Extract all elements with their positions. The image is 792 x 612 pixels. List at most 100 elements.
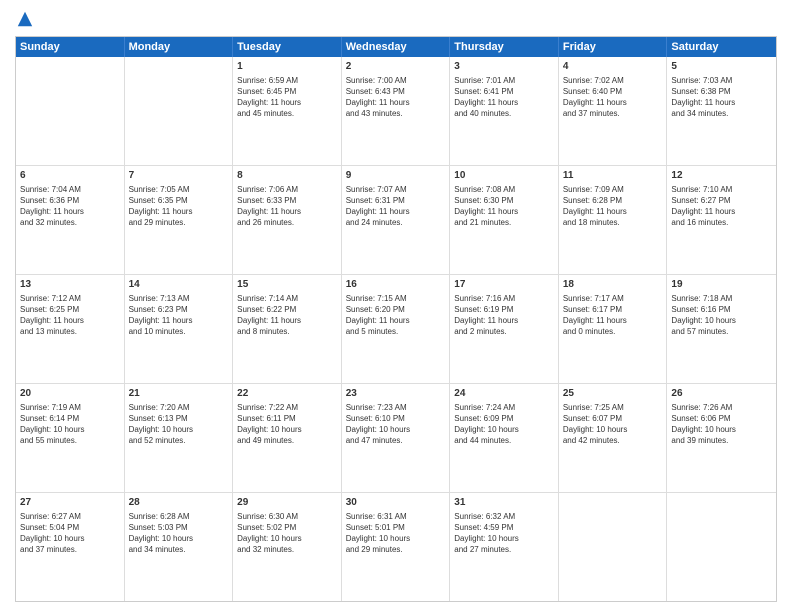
calendar-row: 6Sunrise: 7:04 AM Sunset: 6:36 PM Daylig… — [16, 166, 776, 275]
header-thursday: Thursday — [450, 37, 559, 57]
day-number: 7 — [129, 169, 229, 183]
calendar-row: 1Sunrise: 6:59 AM Sunset: 6:45 PM Daylig… — [16, 57, 776, 166]
day-number: 20 — [20, 387, 120, 401]
day-info: Sunrise: 7:00 AM Sunset: 6:43 PM Dayligh… — [346, 75, 446, 120]
day-info: Sunrise: 7:02 AM Sunset: 6:40 PM Dayligh… — [563, 75, 663, 120]
day-number: 13 — [20, 278, 120, 292]
day-info: Sunrise: 7:03 AM Sunset: 6:38 PM Dayligh… — [671, 75, 772, 120]
header-friday: Friday — [559, 37, 668, 57]
calendar-row: 20Sunrise: 7:19 AM Sunset: 6:14 PM Dayli… — [16, 384, 776, 493]
day-number: 9 — [346, 169, 446, 183]
calendar-cell: 15Sunrise: 7:14 AM Sunset: 6:22 PM Dayli… — [233, 275, 342, 383]
calendar-cell: 18Sunrise: 7:17 AM Sunset: 6:17 PM Dayli… — [559, 275, 668, 383]
day-number: 26 — [671, 387, 772, 401]
calendar-cell: 30Sunrise: 6:31 AM Sunset: 5:01 PM Dayli… — [342, 493, 451, 601]
calendar-cell: 27Sunrise: 6:27 AM Sunset: 5:04 PM Dayli… — [16, 493, 125, 601]
day-number: 25 — [563, 387, 663, 401]
day-info: Sunrise: 7:26 AM Sunset: 6:06 PM Dayligh… — [671, 402, 772, 447]
calendar-cell: 31Sunrise: 6:32 AM Sunset: 4:59 PM Dayli… — [450, 493, 559, 601]
calendar-cell: 24Sunrise: 7:24 AM Sunset: 6:09 PM Dayli… — [450, 384, 559, 492]
day-info: Sunrise: 7:15 AM Sunset: 6:20 PM Dayligh… — [346, 293, 446, 338]
day-info: Sunrise: 6:28 AM Sunset: 5:03 PM Dayligh… — [129, 511, 229, 556]
day-number: 6 — [20, 169, 120, 183]
day-info: Sunrise: 7:06 AM Sunset: 6:33 PM Dayligh… — [237, 184, 337, 229]
day-info: Sunrise: 7:14 AM Sunset: 6:22 PM Dayligh… — [237, 293, 337, 338]
logo-icon — [16, 10, 34, 28]
calendar-cell — [125, 57, 234, 165]
day-number: 23 — [346, 387, 446, 401]
day-number: 14 — [129, 278, 229, 292]
calendar-cell: 7Sunrise: 7:05 AM Sunset: 6:35 PM Daylig… — [125, 166, 234, 274]
day-number: 27 — [20, 496, 120, 510]
day-info: Sunrise: 7:12 AM Sunset: 6:25 PM Dayligh… — [20, 293, 120, 338]
day-info: Sunrise: 6:30 AM Sunset: 5:02 PM Dayligh… — [237, 511, 337, 556]
day-info: Sunrise: 7:04 AM Sunset: 6:36 PM Dayligh… — [20, 184, 120, 229]
day-info: Sunrise: 6:59 AM Sunset: 6:45 PM Dayligh… — [237, 75, 337, 120]
day-number: 3 — [454, 60, 554, 74]
calendar-row: 13Sunrise: 7:12 AM Sunset: 6:25 PM Dayli… — [16, 275, 776, 384]
day-info: Sunrise: 7:08 AM Sunset: 6:30 PM Dayligh… — [454, 184, 554, 229]
day-info: Sunrise: 7:17 AM Sunset: 6:17 PM Dayligh… — [563, 293, 663, 338]
calendar-cell: 13Sunrise: 7:12 AM Sunset: 6:25 PM Dayli… — [16, 275, 125, 383]
calendar-cell: 14Sunrise: 7:13 AM Sunset: 6:23 PM Dayli… — [125, 275, 234, 383]
day-info: Sunrise: 7:20 AM Sunset: 6:13 PM Dayligh… — [129, 402, 229, 447]
calendar-cell: 17Sunrise: 7:16 AM Sunset: 6:19 PM Dayli… — [450, 275, 559, 383]
calendar-cell: 26Sunrise: 7:26 AM Sunset: 6:06 PM Dayli… — [667, 384, 776, 492]
day-number: 2 — [346, 60, 446, 74]
logo — [15, 10, 35, 28]
day-number: 31 — [454, 496, 554, 510]
calendar-cell: 28Sunrise: 6:28 AM Sunset: 5:03 PM Dayli… — [125, 493, 234, 601]
calendar-cell: 12Sunrise: 7:10 AM Sunset: 6:27 PM Dayli… — [667, 166, 776, 274]
day-info: Sunrise: 6:32 AM Sunset: 4:59 PM Dayligh… — [454, 511, 554, 556]
calendar-cell: 11Sunrise: 7:09 AM Sunset: 6:28 PM Dayli… — [559, 166, 668, 274]
day-info: Sunrise: 7:07 AM Sunset: 6:31 PM Dayligh… — [346, 184, 446, 229]
calendar-cell: 16Sunrise: 7:15 AM Sunset: 6:20 PM Dayli… — [342, 275, 451, 383]
day-number: 24 — [454, 387, 554, 401]
day-info: Sunrise: 7:23 AM Sunset: 6:10 PM Dayligh… — [346, 402, 446, 447]
day-number: 15 — [237, 278, 337, 292]
day-number: 8 — [237, 169, 337, 183]
calendar-cell: 9Sunrise: 7:07 AM Sunset: 6:31 PM Daylig… — [342, 166, 451, 274]
day-number: 17 — [454, 278, 554, 292]
day-info: Sunrise: 7:10 AM Sunset: 6:27 PM Dayligh… — [671, 184, 772, 229]
day-info: Sunrise: 7:24 AM Sunset: 6:09 PM Dayligh… — [454, 402, 554, 447]
day-info: Sunrise: 7:22 AM Sunset: 6:11 PM Dayligh… — [237, 402, 337, 447]
calendar-body: 1Sunrise: 6:59 AM Sunset: 6:45 PM Daylig… — [16, 57, 776, 601]
day-number: 1 — [237, 60, 337, 74]
calendar-cell: 5Sunrise: 7:03 AM Sunset: 6:38 PM Daylig… — [667, 57, 776, 165]
header-sunday: Sunday — [16, 37, 125, 57]
day-info: Sunrise: 7:01 AM Sunset: 6:41 PM Dayligh… — [454, 75, 554, 120]
calendar-cell — [16, 57, 125, 165]
calendar-cell: 6Sunrise: 7:04 AM Sunset: 6:36 PM Daylig… — [16, 166, 125, 274]
calendar-row: 27Sunrise: 6:27 AM Sunset: 5:04 PM Dayli… — [16, 493, 776, 601]
calendar: Sunday Monday Tuesday Wednesday Thursday… — [15, 36, 777, 602]
calendar-cell: 29Sunrise: 6:30 AM Sunset: 5:02 PM Dayli… — [233, 493, 342, 601]
day-number: 29 — [237, 496, 337, 510]
day-info: Sunrise: 7:18 AM Sunset: 6:16 PM Dayligh… — [671, 293, 772, 338]
page: Sunday Monday Tuesday Wednesday Thursday… — [0, 0, 792, 612]
day-info: Sunrise: 7:09 AM Sunset: 6:28 PM Dayligh… — [563, 184, 663, 229]
calendar-cell: 3Sunrise: 7:01 AM Sunset: 6:41 PM Daylig… — [450, 57, 559, 165]
day-number: 21 — [129, 387, 229, 401]
calendar-cell: 8Sunrise: 7:06 AM Sunset: 6:33 PM Daylig… — [233, 166, 342, 274]
day-info: Sunrise: 6:27 AM Sunset: 5:04 PM Dayligh… — [20, 511, 120, 556]
calendar-cell: 25Sunrise: 7:25 AM Sunset: 6:07 PM Dayli… — [559, 384, 668, 492]
day-number: 28 — [129, 496, 229, 510]
header-saturday: Saturday — [667, 37, 776, 57]
day-number: 30 — [346, 496, 446, 510]
calendar-cell: 10Sunrise: 7:08 AM Sunset: 6:30 PM Dayli… — [450, 166, 559, 274]
calendar-header: Sunday Monday Tuesday Wednesday Thursday… — [16, 37, 776, 57]
day-number: 12 — [671, 169, 772, 183]
day-info: Sunrise: 7:13 AM Sunset: 6:23 PM Dayligh… — [129, 293, 229, 338]
calendar-cell: 4Sunrise: 7:02 AM Sunset: 6:40 PM Daylig… — [559, 57, 668, 165]
day-number: 18 — [563, 278, 663, 292]
day-number: 22 — [237, 387, 337, 401]
day-info: Sunrise: 7:05 AM Sunset: 6:35 PM Dayligh… — [129, 184, 229, 229]
day-number: 10 — [454, 169, 554, 183]
calendar-cell — [559, 493, 668, 601]
day-number: 11 — [563, 169, 663, 183]
calendar-cell — [667, 493, 776, 601]
calendar-cell: 22Sunrise: 7:22 AM Sunset: 6:11 PM Dayli… — [233, 384, 342, 492]
calendar-cell: 1Sunrise: 6:59 AM Sunset: 6:45 PM Daylig… — [233, 57, 342, 165]
calendar-cell: 20Sunrise: 7:19 AM Sunset: 6:14 PM Dayli… — [16, 384, 125, 492]
